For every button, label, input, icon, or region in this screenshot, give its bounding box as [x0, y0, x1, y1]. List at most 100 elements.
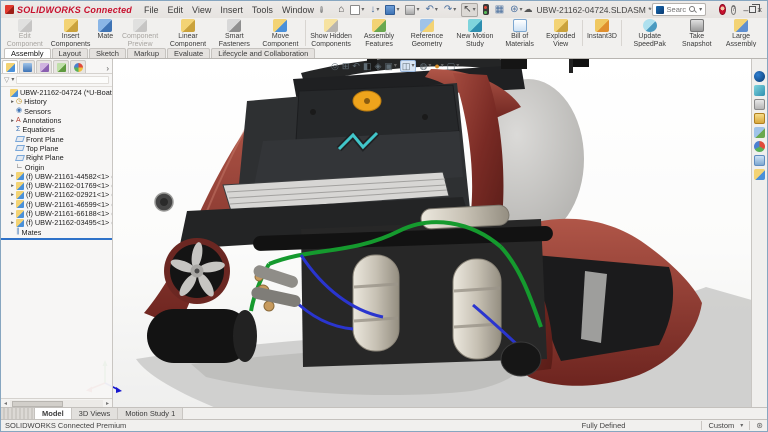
dynamic-annotation-views-icon[interactable]: ◈ — [374, 61, 381, 71]
solidworks-add-ins-icon[interactable] — [754, 169, 765, 180]
update-speedpak-button[interactable]: Update SpeedPak Subassemblies — [623, 19, 676, 47]
panel-tabs-overflow-icon[interactable]: › — [106, 64, 111, 73]
tree-row--f-ubw-21161-66188-1-sha[interactable]: ▸(f) UBW-21161-66188<1> (*Shape E — [1, 209, 112, 218]
print-button[interactable]: ▾ — [404, 4, 420, 16]
tree-filter-row[interactable]: ▽ ▾ — [1, 74, 112, 87]
search-input[interactable] — [667, 5, 687, 14]
zoom-to-area-icon[interactable]: ⊞ — [342, 61, 350, 71]
tree-row--f-ubw-21161-44582-1-exo[interactable]: ▸(f) UBW-21161-44582<1> (*Exostruc — [1, 172, 112, 181]
assembly-features-button[interactable]: Assembly Features▾ — [355, 19, 403, 47]
smart-fasteners-button[interactable]: Smart Fasteners — [212, 19, 257, 47]
reference-geometry-button[interactable]: Reference Geometry▾ — [403, 19, 451, 47]
filter-input[interactable] — [16, 76, 109, 84]
expand-arrow-icon[interactable]: ▸ — [9, 173, 16, 179]
appearances-icon[interactable] — [754, 141, 765, 152]
doc-tab-model[interactable]: Model — [35, 408, 72, 419]
new-motion-study-button[interactable]: New Motion Study — [451, 19, 499, 47]
tab-evaluate[interactable]: Evaluate — [167, 48, 210, 58]
3dexperience-icon[interactable] — [754, 71, 765, 82]
scroll-left-icon[interactable]: ◂ — [1, 400, 10, 407]
previous-view-icon[interactable]: ↶ — [352, 61, 360, 71]
new-button[interactable]: ▾ — [349, 4, 365, 16]
select-button[interactable]: ↖▾ — [461, 3, 477, 17]
home-icon[interactable] — [754, 99, 765, 110]
insert-components-button[interactable]: Insert Components▾ — [47, 19, 95, 47]
share-icon[interactable] — [754, 85, 765, 96]
home-button[interactable]: ⌂ — [337, 4, 345, 16]
filter-icon[interactable]: ▽ — [4, 77, 9, 84]
tree-horizontal-scrollbar[interactable]: ◂ ▸ — [1, 398, 112, 407]
search-box[interactable]: ▾ — [652, 3, 707, 16]
menu-edit[interactable]: Edit — [168, 5, 184, 15]
take-snapshot-button[interactable]: Take Snapshot — [676, 19, 717, 47]
expand-arrow-icon[interactable]: ▸ — [9, 201, 16, 207]
panel-tab-display-manager[interactable] — [70, 60, 86, 73]
expand-arrow-icon[interactable]: ▸ — [9, 99, 16, 105]
rebuild-button[interactable] — [482, 3, 490, 16]
restore-button[interactable] — [749, 2, 756, 17]
tree-row--f-ubw-21162-03495-1-aut[interactable]: ▸(f) UBW-21162-03495<1> (*Auto Co — [1, 218, 112, 227]
view-palette-icon[interactable] — [754, 127, 765, 138]
search-icon[interactable] — [689, 6, 696, 13]
menu-insert[interactable]: Insert — [220, 5, 243, 15]
edit-appearance-icon[interactable]: ●▾ — [434, 61, 443, 71]
mate-button[interactable]: Mate — [95, 19, 117, 41]
tree-row-ubw-21162-04724-u-boat-w[interactable]: UBW-21162-04724 (*U-Boat Worx NEMO — [1, 88, 112, 97]
options-button[interactable]: ⊛▾ — [509, 4, 523, 16]
tree-row-mates[interactable]: ∥Mates — [1, 227, 112, 236]
panel-tab-dimxpert-manager[interactable] — [53, 60, 69, 73]
pin-menu-icon[interactable] — [320, 6, 323, 13]
filter-caret-icon[interactable]: ▾ — [11, 77, 14, 83]
show-hidden-components-button[interactable]: Show Hidden Components — [307, 19, 355, 47]
scroll-right-icon[interactable]: ▸ — [103, 400, 112, 407]
file-explorer-icon[interactable] — [754, 113, 765, 124]
bill-of-materials-button[interactable]: Bill of Materials — [499, 19, 541, 47]
display-style-icon[interactable]: ◫▾ — [400, 60, 417, 72]
tree-row--f-ubw-21162-01769-1-hum[interactable]: ▸(f) UBW-21162-01769<1> (*Human I — [1, 181, 112, 190]
tree-row-top-plane[interactable]: Top Plane — [1, 144, 112, 153]
model-view-submarine[interactable] — [1, 59, 767, 407]
linear-component-pattern-button[interactable]: Linear Component Pattern▾ — [164, 19, 212, 47]
tab-layout[interactable]: Layout — [52, 48, 89, 58]
expand-arrow-icon[interactable]: ▸ — [9, 118, 16, 124]
display-mode-caret-icon[interactable]: ▾ — [740, 423, 743, 429]
hide-show-items-icon[interactable]: ◍▾ — [419, 61, 431, 71]
tree-row-annotations[interactable]: ▸AAnnotations — [1, 116, 112, 125]
custom-properties-icon[interactable] — [754, 155, 765, 166]
menu-file[interactable]: File — [144, 5, 159, 15]
expand-arrow-icon[interactable]: ▸ — [9, 211, 16, 217]
minimize-button[interactable]: – — [742, 2, 749, 17]
tree-row-origin[interactable]: ∟Origin — [1, 162, 112, 171]
tree-row--f-ubw-21162-02921-1-bat[interactable]: ▸(f) UBW-21162-02921<1> (*Battery S — [1, 190, 112, 199]
tab-sketch[interactable]: Sketch — [89, 48, 126, 58]
tree-row-history[interactable]: ▸◷History — [1, 97, 112, 106]
doc-tab-3d-views[interactable]: 3D Views — [72, 408, 119, 419]
tab-scroll-area[interactable] — [1, 408, 35, 419]
tree-row-equations[interactable]: ΣEquations — [1, 125, 112, 134]
open-button[interactable]: ↓▾ — [369, 4, 380, 16]
graphics-area[interactable]: ◎⊞↶◧◈▣▾◫▾◍▾●▾▢▾ › ▽ ▾ UBW-21162-04724 (*… — [1, 58, 767, 407]
panel-tab-property-manager[interactable] — [19, 60, 35, 73]
menu-tools[interactable]: Tools — [252, 5, 273, 15]
menu-window[interactable]: Window — [282, 5, 314, 15]
panel-tab-configuration-manager[interactable] — [36, 60, 52, 73]
move-component-button[interactable]: Move Component▾ — [257, 19, 304, 47]
exploded-view-button[interactable]: Exploded View▾ — [540, 19, 581, 47]
tree-row--f-ubw-21161-46599-1-int[interactable]: ▸(f) UBW-21161-46599<1> (*Interior* — [1, 200, 112, 209]
zoom-to-fit-icon[interactable]: ◎ — [331, 61, 339, 71]
expand-arrow-icon[interactable]: ▸ — [9, 220, 16, 226]
view-orientation-icon[interactable]: ▣▾ — [384, 61, 397, 71]
rollback-bar[interactable] — [1, 238, 112, 240]
expand-arrow-icon[interactable]: ▸ — [9, 183, 16, 189]
doc-tab-motion-study-1[interactable]: Motion Study 1 — [118, 408, 183, 419]
file-properties-button[interactable]: ▦ — [494, 4, 505, 16]
tab-markup[interactable]: Markup — [127, 48, 166, 58]
scrollbar-track[interactable] — [10, 400, 103, 408]
scrollbar-thumb[interactable] — [12, 401, 63, 407]
search-caret-icon[interactable]: ▾ — [699, 7, 702, 13]
large-assembly-settings-button[interactable]: Large Assembly Settings — [717, 19, 765, 47]
tree-row-right-plane[interactable]: Right Plane — [1, 153, 112, 162]
menu-view[interactable]: View — [192, 5, 211, 15]
status-options-icon[interactable]: ⊛ — [756, 421, 763, 430]
redo-button[interactable]: ↷▾ — [443, 4, 457, 16]
